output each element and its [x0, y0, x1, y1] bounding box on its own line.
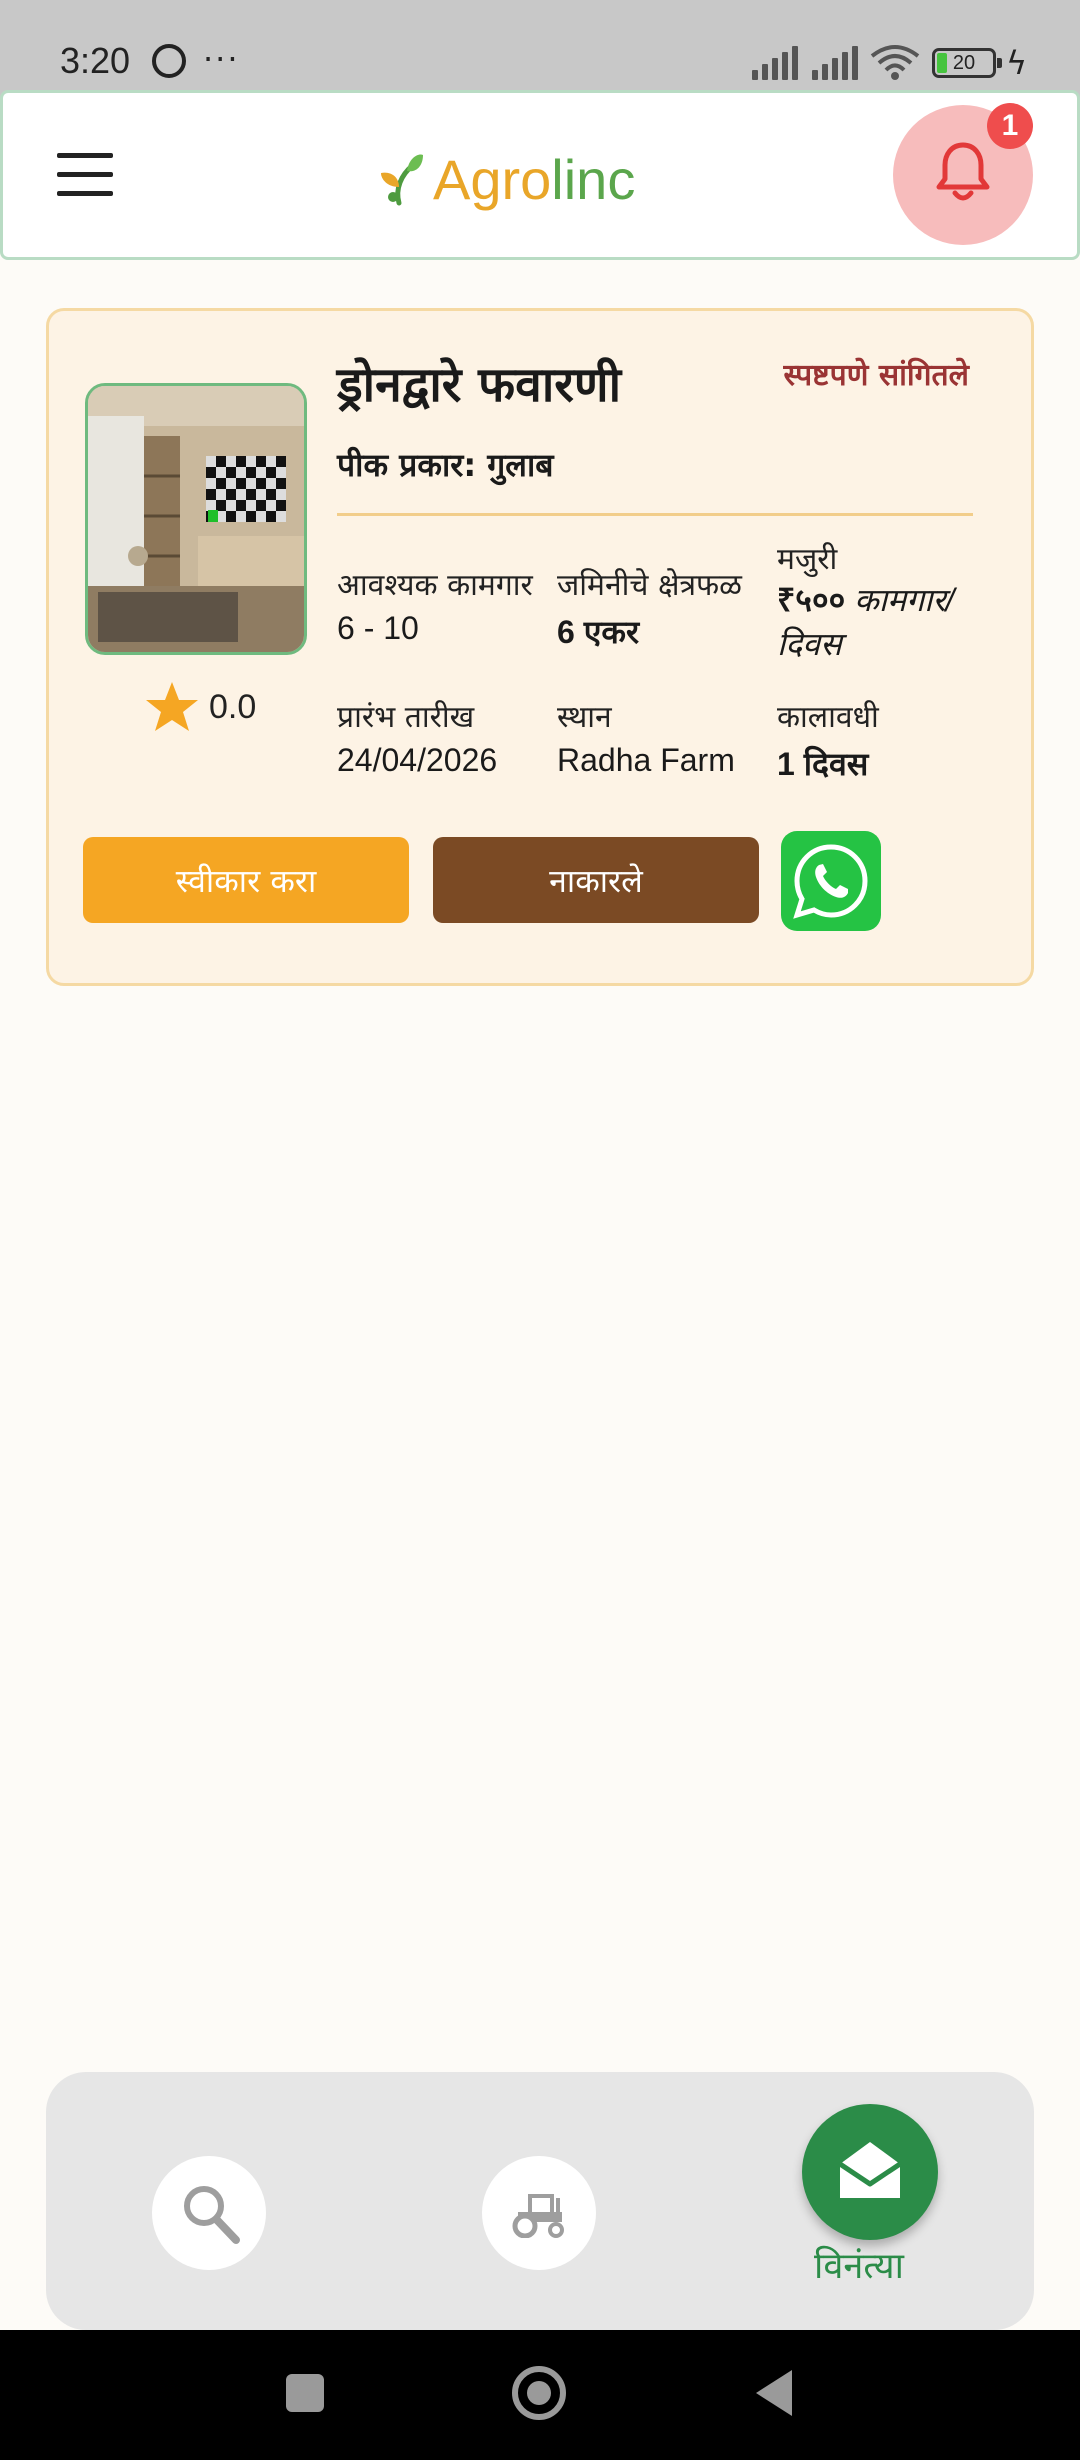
tractor-icon: [512, 2194, 564, 2238]
charging-icon: ϟ: [1006, 44, 1028, 82]
more-notifications-icon: ···: [203, 40, 240, 78]
signal-icon-2: [812, 44, 862, 80]
divider: [337, 513, 973, 516]
status-label: स्पष्टपणे सांगितले: [783, 358, 969, 393]
recent-apps-button[interactable]: [286, 2374, 324, 2412]
location-value: Radha Farm: [557, 742, 735, 778]
search-icon: [184, 2186, 240, 2244]
start-date-field: प्रारंभ तारीख 24/04/2026: [337, 695, 497, 779]
start-date-label: प्रारंभ तारीख: [337, 700, 475, 735]
nav-requests-label: विनंत्या: [814, 2246, 904, 2287]
accept-button[interactable]: स्वीकार करा: [83, 837, 409, 923]
duration-value: 1 दिवस: [777, 746, 869, 782]
system-navigation-bar: [0, 2330, 1080, 2460]
menu-icon[interactable]: [57, 153, 113, 197]
back-button[interactable]: [756, 2370, 792, 2416]
duration-label: कालावधी: [777, 700, 879, 735]
nav-requests[interactable]: [802, 2104, 938, 2240]
area-value: 6 एकर: [557, 614, 640, 650]
wifi-icon: [870, 45, 920, 80]
reject-button[interactable]: नाकारले: [433, 837, 759, 923]
envelope-open-icon: [838, 2142, 902, 2198]
location-field: स्थान Radha Farm: [557, 695, 735, 779]
logo-text-agro: Agro: [433, 147, 552, 211]
workers-label: आवश्यक कामगार: [337, 568, 533, 603]
status-bar: 3:20 ··· 20 ϟ: [0, 0, 1080, 100]
app-header: Agro linc 1: [0, 90, 1080, 260]
bottom-navigation: विनंत्या: [46, 2072, 1034, 2330]
agrolinc-logo: Agro linc: [379, 139, 635, 219]
signal-icon: [752, 44, 802, 80]
area-label: जमिनीचे क्षेत्रफळ: [557, 568, 742, 603]
battery-icon: 20: [932, 48, 1002, 78]
whatsapp-button[interactable]: [781, 831, 881, 931]
duration-field: कालावधी 1 दिवस: [777, 695, 879, 785]
leaf-logo-icon: [381, 154, 423, 206]
nav-equipment[interactable]: [482, 2156, 596, 2270]
status-time: 3:20: [60, 40, 131, 81]
whatsapp-icon: [793, 844, 868, 919]
wage-label: मजुरी: [777, 542, 838, 577]
service-title: ड्रोनद्वारे फवारणी: [337, 357, 622, 413]
request-card: 0.0 ड्रोनद्वारे फवारणी स्पष्टपणे सांगितल…: [46, 308, 1034, 986]
area-field: जमिनीचे क्षेत्रफळ 6 एकर: [557, 563, 742, 653]
bell-icon: [936, 142, 990, 201]
location-label: स्थान: [557, 700, 612, 735]
notification-count-badge: 1: [987, 103, 1033, 149]
logo-text-linc: linc: [551, 147, 636, 211]
workers-value: 6 - 10: [337, 610, 419, 646]
rating-value: 0.0: [209, 687, 257, 726]
start-date-value: 24/04/2026: [337, 742, 498, 778]
wage-field: मजुरी ₹५०० कामगार/ दिवस: [777, 537, 987, 666]
service-image: [85, 383, 307, 655]
rating: 0.0: [145, 681, 256, 733]
nav-search[interactable]: [152, 2156, 266, 2270]
home-button[interactable]: [512, 2366, 566, 2420]
wage-amount: ₹५००: [777, 582, 846, 618]
workers-field: आवश्यक कामगार 6 - 10: [337, 563, 533, 647]
star-icon: [146, 682, 198, 731]
whatsapp-notification-icon: [152, 44, 186, 78]
crop-type: पीक प्रकार: गुलाब: [337, 446, 554, 484]
